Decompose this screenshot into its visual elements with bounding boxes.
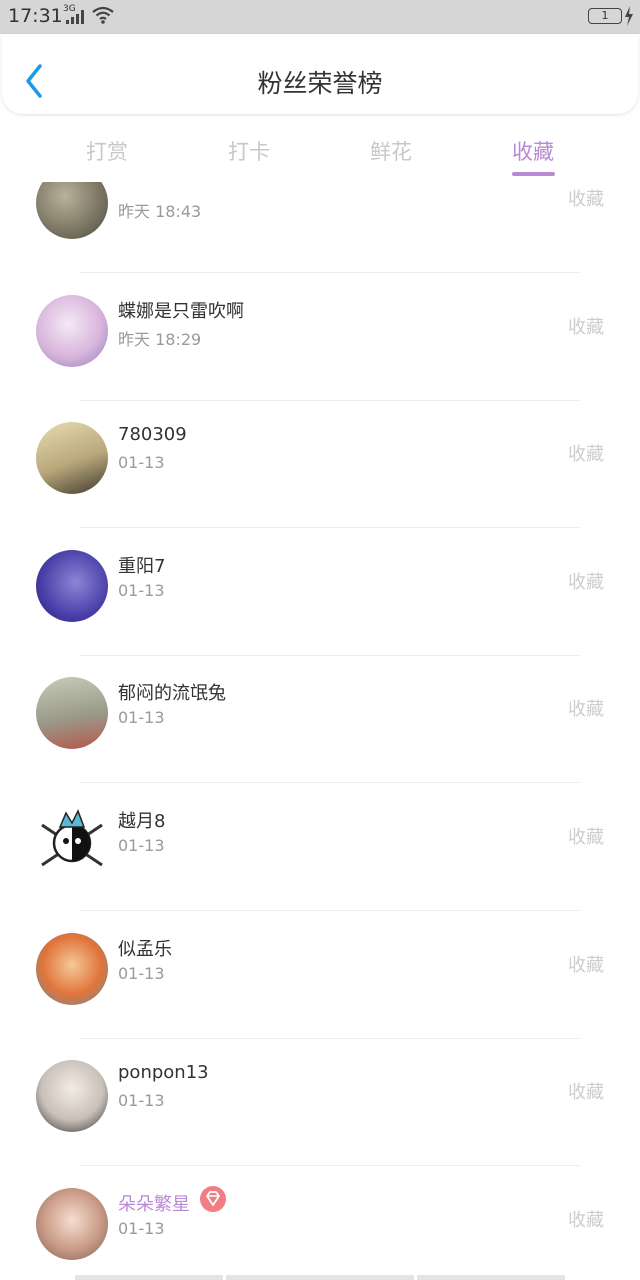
tab-favorites[interactable]: 收藏 (512, 136, 554, 166)
item-name: 780309 (118, 424, 187, 445)
tab-flowers[interactable]: 鲜花 (370, 136, 412, 166)
list-item[interactable]: 重阳7 01-13 收藏 (0, 528, 640, 656)
avatar (36, 933, 108, 1005)
vip-badge (200, 1186, 226, 1212)
favorite-button[interactable]: 收藏 (568, 1206, 604, 1232)
charging-icon (625, 6, 633, 26)
avatar (36, 295, 108, 367)
list-item[interactable]: 蝶娜是只雷吹啊 昨天 18:29 收藏 (0, 273, 640, 401)
item-date: 昨天 18:43 (118, 202, 202, 221)
item-name: 蝶娜是只雷吹啊 (118, 301, 244, 322)
favorite-button[interactable]: 收藏 (568, 1078, 604, 1104)
favorite-button[interactable]: 收藏 (568, 695, 604, 721)
item-name: 越月8 (118, 811, 166, 832)
signal-icon (66, 10, 84, 24)
page-title: 粉丝荣誉榜 (257, 69, 383, 98)
item-name: 郁闷的流氓兔 (118, 683, 226, 704)
tab-reward[interactable]: 打赏 (86, 136, 128, 166)
battery-icon: 1 (588, 8, 622, 24)
avatar (36, 550, 108, 622)
item-name: 朵朵繁星 (118, 1194, 190, 1215)
item-name: ponpon13 (118, 1062, 209, 1083)
list-item[interactable]: 780309 01-13 收藏 (0, 400, 640, 528)
favorite-button[interactable]: 收藏 (568, 568, 604, 594)
favorite-button[interactable]: 收藏 (568, 185, 604, 211)
favorite-button[interactable]: 收藏 (568, 313, 604, 339)
avatar (36, 805, 108, 877)
list-item[interactable]: 越月8 01-13 收藏 (0, 783, 640, 911)
item-date: 01-13 (118, 708, 165, 727)
fan-list: 昨天 18:43 收藏 蝶娜是只雷吹啊 昨天 18:29 收藏 780309 0… (0, 182, 640, 1280)
item-date: 01-13 (118, 836, 165, 855)
item-date: 01-13 (118, 581, 165, 600)
list-item[interactable]: 郁闷的流氓兔 01-13 收藏 (0, 655, 640, 783)
avatar (36, 1060, 108, 1132)
item-date: 01-13 (118, 1219, 165, 1238)
item-date: 01-13 (118, 964, 165, 983)
favorite-button[interactable]: 收藏 (568, 823, 604, 849)
avatar (36, 182, 108, 239)
status-time: 17:31 (8, 5, 63, 27)
bottom-edge (75, 1275, 565, 1280)
header: 粉丝荣誉榜 (2, 34, 638, 114)
list-item[interactable]: 朵朵繁星 01-13 收藏 (0, 1166, 640, 1280)
list-item[interactable]: 似孟乐 01-13 收藏 (0, 911, 640, 1039)
list-item[interactable]: ponpon13 01-13 收藏 (0, 1038, 640, 1166)
skull-icon (41, 809, 103, 867)
avatar (36, 677, 108, 749)
wifi-icon (92, 6, 114, 24)
list-item[interactable]: 昨天 18:43 收藏 (0, 182, 640, 273)
item-date: 01-13 (118, 1091, 165, 1110)
avatar (36, 1188, 108, 1260)
avatar (36, 422, 108, 494)
item-name: 重阳7 (118, 556, 166, 577)
diamond-icon (206, 1191, 220, 1206)
favorite-button[interactable]: 收藏 (568, 440, 604, 466)
active-tab-indicator (512, 172, 555, 176)
item-name: 似孟乐 (118, 939, 172, 960)
item-date: 昨天 18:29 (118, 330, 202, 349)
status-bar: 17:31 3G 1 (0, 0, 640, 34)
tab-checkin[interactable]: 打卡 (228, 136, 270, 166)
item-date: 01-13 (118, 453, 165, 472)
favorite-button[interactable]: 收藏 (568, 951, 604, 977)
